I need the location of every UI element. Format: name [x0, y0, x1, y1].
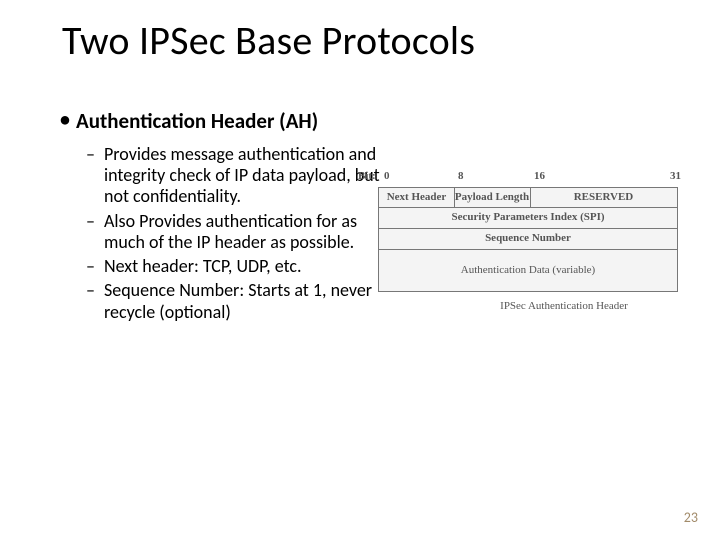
bit-16: 16 [534, 170, 545, 182]
row-1: Next Header Payload Length RESERVED [378, 187, 678, 208]
bullet-level1: Authentication Header (AH) [62, 108, 682, 134]
sub-bullet: Sequence Number: Starts at 1, never recy… [86, 280, 386, 322]
row-authdata: Authentication Data (variable) [378, 250, 678, 292]
sub-bullet: Also Provides authentication for as much… [86, 211, 386, 253]
sub-bullet: Provides message authentication and inte… [86, 144, 386, 208]
page-number: 23 [684, 509, 698, 526]
field-next-header: Next Header [379, 188, 455, 207]
bit-0: 0 [384, 170, 390, 182]
sub-bullet: Next header: TCP, UDP, etc. [86, 256, 386, 277]
sub-bullets: Provides message authentication and inte… [62, 144, 386, 323]
header-table: Next Header Payload Length RESERVED Secu… [378, 187, 678, 292]
diagram-caption: IPSec Authentication Header [438, 300, 690, 312]
bit-label: Bit: [358, 170, 376, 182]
bit-ruler: Bit: 0 8 16 31 [382, 170, 690, 184]
slide: Two IPSec Base Protocols Authentication … [0, 0, 720, 540]
row-seq: Sequence Number [378, 229, 678, 250]
slide-title: Two IPSec Base Protocols [62, 16, 475, 65]
field-payload-length: Payload Length [454, 188, 531, 207]
bit-31: 31 [670, 170, 681, 182]
row-spi: Security Parameters Index (SPI) [378, 208, 678, 229]
field-reserved: RESERVED [530, 188, 677, 207]
bit-8: 8 [458, 170, 464, 182]
ah-header-diagram: Bit: 0 8 16 31 Next Header Payload Lengt… [378, 170, 690, 312]
